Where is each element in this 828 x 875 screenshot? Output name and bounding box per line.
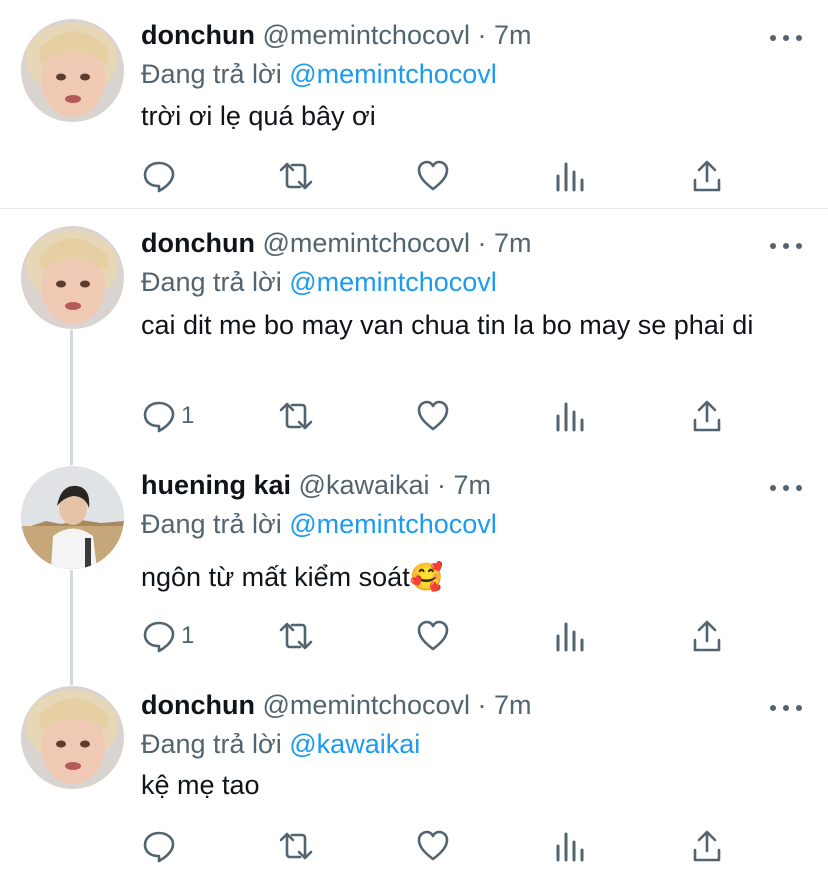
retweet-icon: [276, 398, 316, 434]
tweet-text: trời ơi lẹ quá bây ơi: [141, 101, 376, 131]
reply-button[interactable]: 1: [141, 616, 194, 656]
retweet-icon: [276, 158, 316, 194]
timestamp[interactable]: 7m: [494, 228, 532, 258]
display-name[interactable]: donchun: [141, 228, 255, 258]
replying-to-label: Đang trả lời: [141, 509, 290, 539]
like-button[interactable]: [415, 826, 451, 866]
reply-button[interactable]: [141, 826, 181, 866]
share-button[interactable]: [691, 826, 723, 866]
reply-count: 1: [181, 622, 195, 649]
tweet-text: cai dit me bo may van chua tin la bo may…: [141, 310, 754, 340]
tweet-header: huening kai @kawaikai · 7m: [141, 466, 491, 504]
tweet[interactable]: huening kai @kawaikai · 7m Đang trả lời …: [0, 466, 828, 676]
mention-link[interactable]: @memintchocovl: [289, 509, 496, 539]
tweet-actions: 1: [141, 396, 741, 436]
reply-bubble-icon: [141, 158, 177, 194]
more-options-button[interactable]: [770, 702, 802, 714]
heart-icon: [415, 398, 451, 434]
display-name[interactable]: huening kai: [141, 470, 291, 500]
analytics-button[interactable]: [554, 826, 586, 866]
analytics-button[interactable]: [554, 396, 586, 436]
like-button[interactable]: [415, 396, 451, 436]
tweet[interactable]: donchun @memintchocovl · 7m Đang trả lời…: [0, 686, 828, 875]
display-name[interactable]: donchun: [141, 690, 255, 720]
analytics-bars-icon: [554, 398, 586, 434]
replying-to: Đang trả lời @memintchocovl: [141, 262, 497, 302]
avatar[interactable]: [21, 686, 124, 789]
retweet-button[interactable]: [276, 616, 316, 656]
heart-icon: [415, 828, 451, 864]
separator-dot: ·: [477, 228, 487, 258]
tweet-actions: [141, 826, 741, 866]
reply-bubble-icon: [141, 618, 177, 654]
replying-to-label: Đang trả lời: [141, 729, 290, 759]
user-handle[interactable]: @kawaikai: [299, 470, 430, 500]
avatar[interactable]: [21, 466, 124, 569]
timestamp[interactable]: 7m: [494, 690, 532, 720]
more-options-button[interactable]: [770, 32, 802, 44]
mention-link[interactable]: @memintchocovl: [289, 59, 496, 89]
replying-to-label: Đang trả lời: [141, 267, 290, 297]
replying-to: Đang trả lời @kawaikai: [141, 724, 420, 764]
heart-icon: [415, 618, 451, 654]
tweet-header: donchun @memintchocovl · 7m: [141, 686, 532, 724]
share-upload-icon: [691, 398, 723, 434]
reply-button[interactable]: [141, 156, 181, 196]
reply-bubble-icon: [141, 398, 177, 434]
share-button[interactable]: [691, 616, 723, 656]
retweet-button[interactable]: [276, 156, 316, 196]
more-options-button[interactable]: [770, 240, 802, 252]
user-handle[interactable]: @memintchocovl: [263, 20, 470, 50]
heart-icon: [415, 158, 451, 194]
share-upload-icon: [691, 618, 723, 654]
share-upload-icon: [691, 828, 723, 864]
share-upload-icon: [691, 158, 723, 194]
share-button[interactable]: [691, 396, 723, 436]
timestamp[interactable]: 7m: [494, 20, 532, 50]
replying-to: Đang trả lời @memintchocovl: [141, 54, 497, 94]
tweet[interactable]: donchun @memintchocovl · 7m Đang trả lời…: [0, 16, 828, 206]
tweet-divider: [0, 208, 828, 209]
retweet-icon: [276, 618, 316, 654]
mention-link[interactable]: @kawaikai: [289, 729, 420, 759]
tweet-header: donchun @memintchocovl · 7m: [141, 224, 532, 262]
retweet-icon: [276, 828, 316, 864]
avatar[interactable]: [21, 19, 124, 122]
tweet-text: ngôn từ mất kiểm soát🥰: [141, 562, 444, 592]
avatar[interactable]: [21, 226, 124, 329]
user-handle[interactable]: @memintchocovl: [263, 690, 470, 720]
analytics-bars-icon: [554, 828, 586, 864]
timestamp[interactable]: 7m: [454, 470, 492, 500]
share-button[interactable]: [691, 156, 723, 196]
tweet-header: donchun @memintchocovl · 7m: [141, 16, 532, 54]
separator-dot: ·: [437, 470, 447, 500]
retweet-button[interactable]: [276, 826, 316, 866]
analytics-bars-icon: [554, 158, 586, 194]
analytics-button[interactable]: [554, 156, 586, 196]
like-button[interactable]: [415, 616, 451, 656]
user-handle[interactable]: @memintchocovl: [263, 228, 470, 258]
replying-to: Đang trả lời @memintchocovl: [141, 504, 497, 544]
reply-button[interactable]: 1: [141, 396, 194, 436]
tweet-text: kệ mẹ tao: [141, 770, 260, 800]
separator-dot: ·: [477, 690, 487, 720]
analytics-bars-icon: [554, 618, 586, 654]
tweet-actions: 1: [141, 616, 741, 656]
display-name[interactable]: donchun: [141, 20, 255, 50]
like-button[interactable]: [415, 156, 451, 196]
more-options-button[interactable]: [770, 482, 802, 494]
tweet-actions: [141, 156, 741, 196]
reply-count: 1: [181, 402, 195, 429]
reply-bubble-icon: [141, 828, 177, 864]
retweet-button[interactable]: [276, 396, 316, 436]
mention-link[interactable]: @memintchocovl: [289, 267, 496, 297]
separator-dot: ·: [477, 20, 487, 50]
analytics-button[interactable]: [554, 616, 586, 656]
tweet[interactable]: donchun @memintchocovl · 7m Đang trả lời…: [0, 224, 828, 454]
replying-to-label: Đang trả lời: [141, 59, 290, 89]
